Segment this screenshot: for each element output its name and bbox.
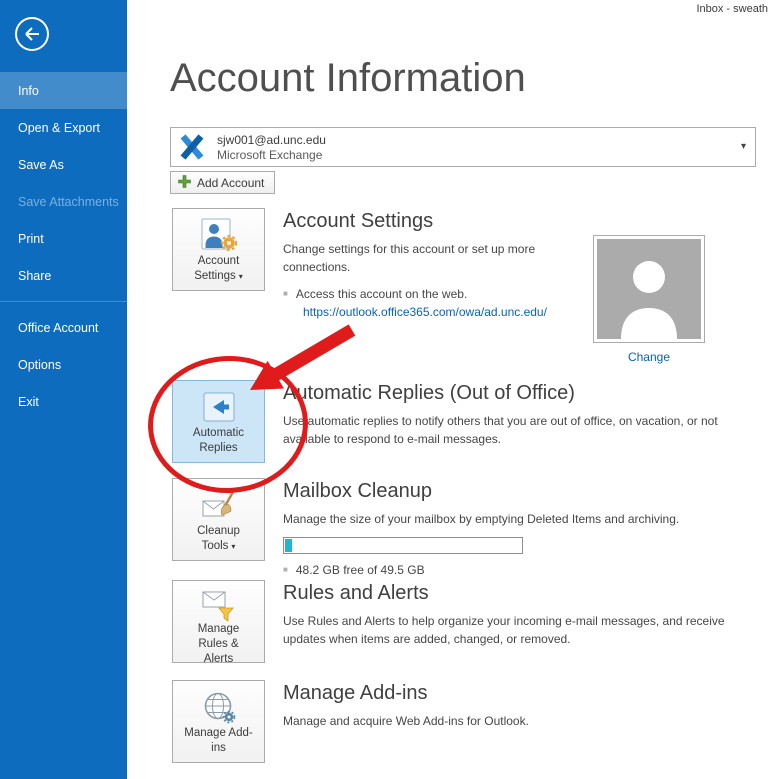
mailbox-cleanup-heading: Mailbox Cleanup: [283, 480, 761, 503]
back-button[interactable]: [13, 15, 51, 53]
window-status-title: Inbox - sweath: [696, 3, 768, 15]
caret-down-icon: ▾: [231, 542, 235, 551]
account-settings-button-label: Account Settings: [194, 255, 239, 282]
sidebar-item-print[interactable]: Print: [0, 220, 127, 257]
sidebar-item-office-account[interactable]: Office Account: [0, 309, 127, 346]
person-silhouette-icon: [597, 239, 701, 339]
rules-alerts-section: Rules and Alerts Use Rules and Alerts to…: [283, 582, 761, 648]
dropdown-caret-icon: ▾: [741, 141, 746, 152]
profile-photo: [593, 235, 705, 343]
cleanup-tools-button[interactable]: Cleanup Tools▾: [172, 478, 265, 561]
automatic-replies-heading: Automatic Replies (Out of Office): [283, 382, 761, 405]
globe-addins-icon: [202, 688, 236, 726]
manage-addins-section: Manage Add-ins Manage and acquire Web Ad…: [283, 682, 761, 730]
square-bullet-icon: ■: [283, 290, 288, 298]
exchange-logo-icon: [179, 134, 205, 165]
plus-icon: [178, 175, 191, 191]
sidebar-item-info[interactable]: Info: [0, 72, 127, 109]
sidebar-item-exit[interactable]: Exit: [0, 383, 127, 420]
manage-addins-button[interactable]: Manage Add-ins: [172, 680, 265, 763]
account-settings-button[interactable]: Account Settings▾: [172, 208, 265, 291]
backstage-sidebar: Info Open & Export Save As Save Attachme…: [0, 0, 127, 779]
sidebar-divider: [0, 294, 127, 309]
account-settings-description: Change settings for this account or set …: [283, 240, 583, 276]
account-email: sjw001@ad.unc.edu: [217, 133, 326, 147]
sidebar-item-share[interactable]: Share: [0, 257, 127, 294]
mailbox-cleanup-section: Mailbox Cleanup Manage the size of your …: [283, 480, 761, 577]
automatic-replies-button[interactable]: Automatic Replies: [172, 380, 265, 463]
backstage-nav: Info Open & Export Save As Save Attachme…: [0, 72, 127, 420]
mailbox-quota-bar: [283, 537, 523, 554]
page-title: Account Information: [170, 56, 526, 101]
rules-alerts-description: Use Rules and Alerts to help organize yo…: [283, 612, 761, 648]
back-arrow-icon: [13, 41, 51, 56]
sidebar-item-open-export[interactable]: Open & Export: [0, 109, 127, 146]
account-type: Microsoft Exchange: [217, 148, 322, 162]
manage-rules-alerts-button[interactable]: Manage Rules & Alerts: [172, 580, 265, 663]
account-information-page: Inbox - sweath Account Information sjw00…: [127, 0, 768, 779]
mailbox-quota-text: 48.2 GB free of 49.5 GB: [296, 563, 425, 577]
change-photo-link[interactable]: Change: [593, 350, 705, 364]
mailbox-cleanup-description: Manage the size of your mailbox by empty…: [283, 510, 761, 528]
automatic-replies-description: Use automatic replies to notify others t…: [283, 412, 761, 448]
automatic-replies-section: Automatic Replies (Out of Office) Use au…: [283, 382, 761, 448]
rules-alerts-icon: [201, 588, 237, 622]
add-account-button[interactable]: Add Account: [170, 171, 275, 194]
automatic-replies-icon: [202, 388, 236, 426]
sidebar-item-save-attachments[interactable]: Save Attachments: [0, 183, 127, 220]
manage-rules-alerts-button-label: Manage Rules & Alerts: [183, 622, 255, 667]
automatic-replies-button-label: Automatic Replies: [183, 426, 255, 456]
account-settings-heading: Account Settings: [283, 210, 761, 233]
caret-down-icon: ▾: [239, 272, 243, 281]
cleanup-tools-icon: [201, 486, 237, 524]
manage-addins-heading: Manage Add-ins: [283, 682, 761, 705]
sidebar-item-save-as[interactable]: Save As: [0, 146, 127, 183]
square-bullet-icon: ■: [283, 566, 288, 574]
outlook-backstage-window: Info Open & Export Save As Save Attachme…: [0, 0, 768, 779]
add-account-label: Add Account: [197, 176, 264, 190]
rules-alerts-heading: Rules and Alerts: [283, 582, 761, 605]
manage-addins-description: Manage and acquire Web Add-ins for Outlo…: [283, 712, 761, 730]
account-settings-icon: [201, 216, 237, 254]
mailbox-quota-fill: [285, 539, 292, 552]
web-access-text: Access this account on the web.: [296, 287, 467, 301]
sidebar-item-options[interactable]: Options: [0, 346, 127, 383]
account-selector-dropdown[interactable]: sjw001@ad.unc.edu Microsoft Exchange ▾: [170, 127, 756, 167]
manage-addins-button-label: Manage Add-ins: [183, 726, 255, 756]
